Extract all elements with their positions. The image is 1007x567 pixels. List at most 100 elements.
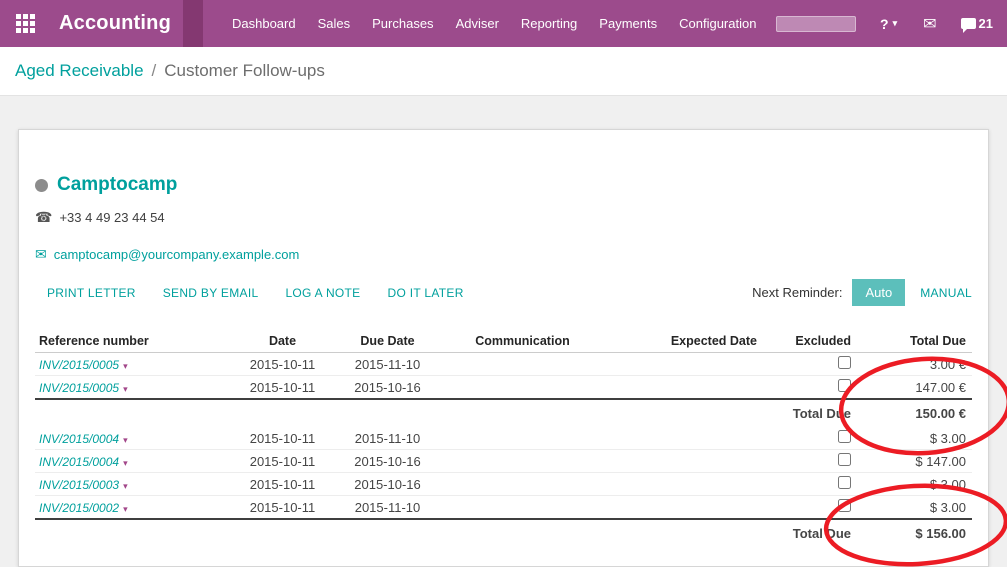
manual-reminder-button[interactable]: MANUAL (920, 286, 972, 300)
group-total-row: Total Due $ 156.00 (35, 519, 972, 547)
excluded-checkbox[interactable] (838, 379, 851, 392)
table-row: INV/2015/0005 ▾ 2015-10-11 2015-11-10 3.0… (35, 353, 972, 376)
group-total-label: Total Due (765, 519, 867, 547)
communication-cell[interactable] (445, 496, 600, 520)
excluded-checkbox[interactable] (838, 453, 851, 466)
auto-reminder-button[interactable]: Auto (852, 279, 905, 306)
expected-date-cell[interactable] (600, 473, 765, 496)
header-total-due: Total Due (867, 330, 972, 353)
discuss-button[interactable]: 21 (961, 16, 993, 31)
chevron-down-icon: ▾ (893, 18, 898, 29)
excluded-checkbox[interactable] (838, 499, 851, 512)
invoice-link[interactable]: INV/2015/0004 (39, 455, 119, 469)
group-total-value: 150.00 € (867, 399, 972, 427)
menu-item-reporting[interactable]: Reporting (510, 0, 588, 47)
expected-date-cell[interactable] (600, 353, 765, 376)
header-date: Date (235, 330, 330, 353)
total-due-cell: $ 3.00 (867, 496, 972, 520)
date-cell: 2015-10-11 (235, 353, 330, 376)
menu-item-adviser[interactable]: Adviser (445, 0, 510, 47)
topbar-divider (183, 0, 203, 47)
date-cell: 2015-10-11 (235, 496, 330, 520)
communication-cell[interactable] (445, 450, 600, 473)
help-menu[interactable]: ? ▾ (880, 16, 897, 32)
log-a-note-button[interactable]: LOG A NOTE (285, 286, 360, 300)
total-due-cell: 3.00 € (867, 353, 972, 376)
table-row: INV/2015/0004▾ 2015-10-11 2015-11-10 $ 3… (35, 427, 972, 450)
communication-cell[interactable] (445, 427, 600, 450)
expected-date-cell[interactable] (600, 427, 765, 450)
header-due-date: Due Date (330, 330, 445, 353)
group-total-label: Total Due (765, 399, 867, 427)
invoice-link[interactable]: INV/2015/0003 (39, 478, 119, 492)
customer-status-dot (35, 179, 48, 192)
menu-item-dashboard[interactable]: Dashboard (221, 0, 307, 47)
table-header-row: Reference number Date Due Date Communica… (35, 330, 972, 353)
communication-cell[interactable] (445, 376, 600, 400)
date-cell: 2015-10-11 (235, 450, 330, 473)
chevron-down-icon[interactable]: ▾ (123, 435, 128, 445)
customer-phone-row: ☎ +33 4 49 23 44 54 (35, 209, 972, 226)
menu-item-configuration[interactable]: Configuration (668, 0, 767, 47)
message-count-badge: 21 (979, 16, 993, 31)
messages-envelope-icon[interactable]: ✉ (923, 14, 936, 34)
expected-date-cell[interactable] (600, 376, 765, 400)
due-date-cell: 2015-11-10 (330, 496, 445, 520)
chevron-down-icon[interactable]: ▾ (123, 481, 128, 491)
breadcrumb-aged-receivable[interactable]: Aged Receivable (15, 61, 144, 81)
table-row: INV/2015/0002 ▾ 2015-10-11 2015-11-10 $ 3… (35, 496, 972, 520)
invoice-link[interactable]: INV/2015/0005 (39, 381, 119, 395)
date-cell: 2015-10-11 (235, 376, 330, 400)
next-reminder-label: Next Reminder: (752, 285, 842, 300)
menu-item-sales[interactable]: Sales (307, 0, 362, 47)
group-total-row: Total Due 150.00 € (35, 399, 972, 427)
chevron-down-icon[interactable]: ▾ (123, 384, 128, 394)
group-total-value: $ 156.00 (867, 519, 972, 547)
chat-bubble-icon (961, 18, 976, 29)
chevron-down-icon[interactable]: ▾ (123, 504, 128, 514)
do-it-later-button[interactable]: DO IT LATER (387, 286, 463, 300)
customer-email[interactable]: camptocamp@yourcompany.example.com (54, 247, 300, 262)
menu-item-payments[interactable]: Payments (588, 0, 668, 47)
header-excluded: Excluded (765, 330, 867, 353)
table-row: INV/2015/0003 ▾ 2015-10-11 2015-10-16 $ 3… (35, 473, 972, 496)
communication-cell[interactable] (445, 353, 600, 376)
actions-row: PRINT LETTER SEND BY EMAIL LOG A NOTE DO… (35, 279, 972, 306)
table-row: INV/2015/0004 ▾ 2015-10-11 2015-10-16 $ 1… (35, 450, 972, 473)
customer-email-row: ✉ camptocamp@yourcompany.example.com (35, 246, 972, 263)
apps-grid-icon[interactable] (16, 14, 35, 33)
expected-date-cell[interactable] (600, 450, 765, 473)
main-area: Camptocamp ☎ +33 4 49 23 44 54 ✉ camptoc… (0, 96, 1007, 567)
app-title[interactable]: Accounting (59, 12, 171, 35)
chevron-down-icon[interactable]: ▾ (123, 361, 128, 371)
expected-date-cell[interactable] (600, 496, 765, 520)
invoice-link[interactable]: INV/2015/0005 (39, 358, 119, 372)
invoice-link[interactable]: INV/2015/0002 (39, 501, 119, 515)
followup-sheet: Camptocamp ☎ +33 4 49 23 44 54 ✉ camptoc… (18, 129, 989, 567)
date-cell: 2015-10-11 (235, 473, 330, 496)
total-due-cell: $ 3.00 (867, 473, 972, 496)
send-by-email-button[interactable]: SEND BY EMAIL (163, 286, 259, 300)
envelope-icon: ✉ (35, 246, 47, 263)
invoice-link[interactable]: INV/2015/0004 (39, 432, 119, 446)
due-date-cell: 2015-10-16 (330, 450, 445, 473)
excluded-checkbox[interactable] (838, 476, 851, 489)
print-letter-button[interactable]: PRINT LETTER (47, 286, 136, 300)
due-date-cell: 2015-10-16 (330, 473, 445, 496)
customer-name[interactable]: Camptocamp (57, 174, 177, 196)
due-date-cell: 2015-11-10 (330, 353, 445, 376)
date-cell: 2015-10-11 (235, 427, 330, 450)
excluded-checkbox[interactable] (838, 430, 851, 443)
excluded-checkbox[interactable] (838, 356, 851, 369)
menu-item-purchases[interactable]: Purchases (361, 0, 444, 47)
communication-cell[interactable] (445, 473, 600, 496)
breadcrumb-separator: / (152, 61, 157, 81)
chevron-down-icon[interactable]: ▾ (123, 458, 128, 468)
total-due-cell: $ 147.00 (867, 450, 972, 473)
total-due-cell: 147.00 € (867, 376, 972, 400)
due-date-cell: 2015-11-10 (330, 427, 445, 450)
topbar-search-input[interactable] (776, 16, 856, 32)
page: Accounting Dashboard Sales Purchases Adv… (0, 0, 1007, 567)
phone-icon: ☎ (35, 209, 52, 226)
topbar-right: ? ▾ ✉ 21 (776, 14, 993, 34)
